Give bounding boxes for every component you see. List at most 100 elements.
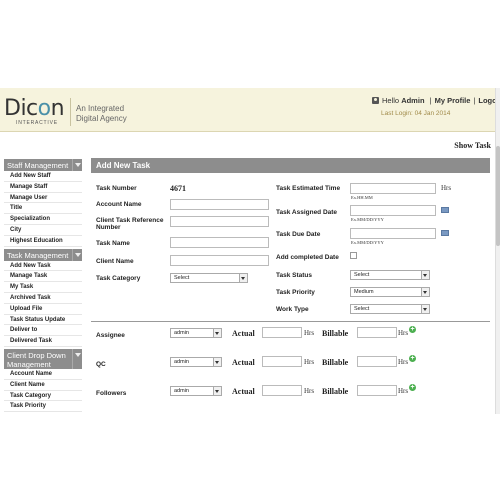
user-greeting: Hello Admin |My Profile|Logout (382, 96, 495, 105)
task-name-label: Task Name (96, 240, 130, 247)
sidebar-item-deliver-to[interactable]: Deliver to (4, 325, 82, 337)
estimated-time-label: Task Estimated Time (276, 185, 341, 192)
add-task-panel: Add New Task Task Number 4671 Account Na… (91, 158, 490, 414)
logo: Dicon INTERACTIVE (4, 96, 65, 127)
due-date-input[interactable] (350, 228, 436, 239)
qc-actual-label: Actual (232, 358, 255, 367)
qc-actual-input[interactable] (262, 356, 302, 367)
sidebar-item-city[interactable]: City (4, 225, 82, 236)
sidebar-item-manage-task[interactable]: Manage Task (4, 271, 82, 283)
sidebar-section-client-drop-down-management[interactable]: Client Drop Down Management (4, 348, 82, 369)
chevron-down-icon (421, 271, 429, 279)
followers-actual-label: Actual (232, 387, 255, 396)
panel-title: Add New Task (91, 158, 490, 173)
sidebar-item-add-new-staff[interactable]: Add New Staff (4, 171, 82, 182)
app-page: Dicon INTERACTIVE An Integrated Digital … (0, 88, 495, 414)
add-qc-icon[interactable]: + (409, 355, 416, 362)
chevron-down-icon (72, 159, 82, 171)
sidebar-section-task-management[interactable]: Task Management (4, 248, 82, 261)
task-number-value: 4671 (170, 184, 186, 193)
sidebar-item-account-name[interactable]: Account Name (4, 369, 82, 380)
last-login: Last Login: 04 Jan 2014 (381, 110, 451, 117)
add-completed-date-label: Add completed Date (276, 254, 339, 261)
work-type-select[interactable]: Select (350, 304, 430, 314)
vertical-scrollbar[interactable] (495, 88, 500, 414)
logout-link[interactable]: Logout (478, 96, 495, 105)
task-priority-select[interactable]: Medium (350, 287, 430, 297)
sidebar-item-title[interactable]: Title (4, 203, 82, 215)
sidebar-item-upload-file[interactable]: Upload File (4, 304, 82, 315)
assignee-billable-label: Billable (322, 329, 349, 338)
work-type-label: Work Type (276, 306, 309, 313)
sidebar-item-specialization[interactable]: Specialization (4, 214, 82, 225)
followers-select[interactable]: admin (170, 386, 222, 396)
client-task-ref-label: Client Task Reference Number (96, 217, 164, 231)
show-task-link[interactable]: Show Task (454, 141, 491, 150)
assignee-label: Assignee (96, 332, 125, 339)
client-name-input[interactable] (170, 255, 269, 266)
add-assignee-icon[interactable]: + (409, 326, 416, 333)
scrollbar-thumb[interactable] (496, 146, 500, 246)
qc-billable-label: Billable (322, 358, 349, 367)
due-date-label: Task Due Date (276, 231, 321, 238)
logo-subtitle: INTERACTIVE (16, 120, 58, 126)
task-priority-label: Task Priority (276, 289, 315, 296)
task-name-input[interactable] (170, 237, 269, 248)
chevron-down-icon (213, 387, 221, 395)
chevron-down-icon (213, 329, 221, 337)
sidebar-item-client-name[interactable]: Client Name (4, 380, 82, 391)
task-category-label: Task Category (96, 275, 141, 282)
client-task-ref-input[interactable] (170, 216, 269, 227)
sidebar-item-manage-staff[interactable]: Manage Staff (4, 182, 82, 193)
sidebar-item-manage-user[interactable]: Manage User (4, 193, 82, 204)
sidebar-item-archived-task[interactable]: Archived Task (4, 293, 82, 304)
sidebar-item-delivered-task[interactable]: Delivered Task (4, 336, 82, 347)
header: Dicon INTERACTIVE An Integrated Digital … (0, 88, 495, 132)
assigned-date-hint: Ex.MM/DD/YYY (351, 217, 384, 222)
sidebar-item-highest-education[interactable]: Highest Education (4, 236, 82, 247)
tagline: An Integrated Digital Agency (76, 104, 127, 123)
assignee-billable-input[interactable] (357, 327, 397, 338)
sidebar-item-task-status-update[interactable]: Task Status Update (4, 315, 82, 326)
sidebar-item-task-category[interactable]: Task Category (4, 391, 82, 402)
estimated-time-input[interactable] (350, 183, 436, 194)
chevron-down-icon (72, 248, 82, 261)
client-name-label: Client Name (96, 258, 134, 265)
estimated-time-hint: Ex.HH.MM (351, 195, 373, 200)
add-completed-date-checkbox[interactable] (350, 252, 357, 259)
account-name-label: Account Name (96, 201, 142, 208)
calendar-icon[interactable] (441, 230, 449, 236)
followers-actual-input[interactable] (262, 385, 302, 396)
logo-divider (70, 98, 71, 126)
qc-billable-input[interactable] (357, 356, 397, 367)
task-number-label: Task Number (96, 185, 137, 192)
chevron-down-icon (213, 358, 221, 366)
assignee-actual-input[interactable] (262, 327, 302, 338)
sidebar-section-staff-management[interactable]: Staff Management (4, 159, 82, 171)
task-status-label: Task Status (276, 272, 313, 279)
followers-label: Followers (96, 390, 127, 397)
chevron-down-icon (72, 348, 82, 369)
sidebar-item-my-task[interactable]: My Task (4, 282, 82, 293)
assigned-date-label: Task Assigned Date (276, 209, 338, 216)
assigned-date-input[interactable] (350, 205, 436, 216)
sidebar-item-add-new-task[interactable]: Add New Task (4, 261, 82, 272)
qc-select[interactable]: admin (170, 357, 222, 367)
my-profile-link[interactable]: My Profile (435, 96, 471, 105)
chevron-down-icon (421, 288, 429, 296)
assignee-select[interactable]: admin (170, 328, 222, 338)
chevron-down-icon (239, 274, 247, 282)
qc-label: QC (96, 361, 106, 368)
due-date-hint: Ex.MM/DD/YYY (351, 240, 384, 245)
task-status-select[interactable]: Select (350, 270, 430, 280)
assignee-actual-label: Actual (232, 329, 255, 338)
account-name-input[interactable] (170, 199, 269, 210)
user-icon (372, 97, 379, 104)
add-follower-icon[interactable]: + (409, 384, 416, 391)
sidebar: Staff Management Add New Staff Manage St… (4, 157, 82, 413)
followers-billable-input[interactable] (357, 385, 397, 396)
calendar-icon[interactable] (441, 207, 449, 213)
divider (91, 321, 490, 322)
sidebar-item-task-priority[interactable]: Task Priority (4, 401, 82, 413)
task-category-select[interactable]: Select (170, 273, 248, 283)
